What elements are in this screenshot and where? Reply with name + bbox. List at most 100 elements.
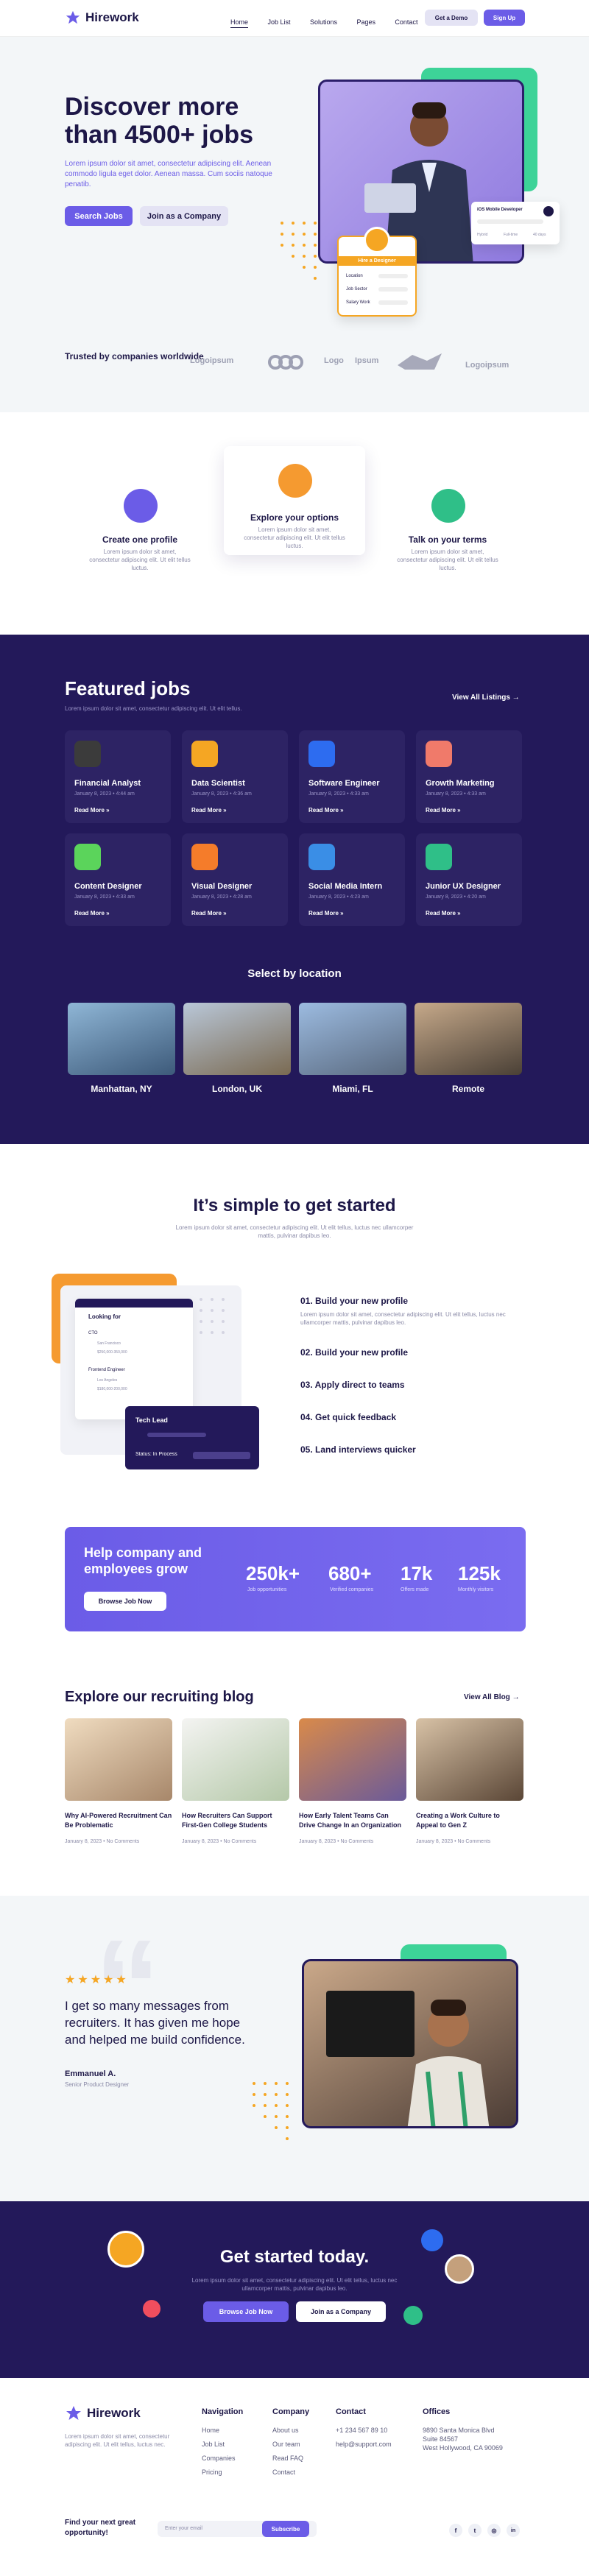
stats-title: Help company and employees grow [84, 1545, 202, 1576]
feature-text-3: Lorem ipsum dolor sit amet, consectetur … [397, 548, 498, 571]
read-more-link[interactable]: Read More » [74, 807, 110, 814]
subscribe-button[interactable]: Subscribe [262, 2521, 309, 2537]
read-more-link[interactable]: Read More » [426, 910, 461, 917]
footer-link[interactable]: Pricing [202, 2469, 243, 2476]
search-jobs-button[interactable]: Search Jobs [65, 206, 133, 226]
footer-link[interactable]: Contact [272, 2469, 309, 2476]
location-card-london[interactable]: London, UK [183, 1003, 291, 1094]
instagram-icon[interactable]: ◎ [487, 2524, 501, 2537]
job-card-7[interactable]: Social Media Intern January 8, 2023 • 4:2… [299, 833, 405, 926]
stat-label-4: Monthly visitors [458, 1587, 494, 1592]
partner-logo-3: Logo [324, 356, 344, 365]
features-section: Create one profile Lorem ipsum dolor sit… [0, 412, 589, 635]
footer-link[interactable]: Read FAQ [272, 2455, 309, 2462]
star-logo-icon [66, 2406, 81, 2420]
feature-text-2: Lorem ipsum dolor sit amet, consectetur … [244, 526, 345, 549]
get-started-steps-section: It’s simple to get started Lorem ipsum d… [0, 1144, 589, 1527]
footer-offices-title: Offices [423, 2407, 451, 2416]
step-2: 02. Build your new profile [300, 1347, 409, 1358]
location-image [183, 1003, 291, 1075]
footer-phone[interactable]: +1 234 567 89 10 [336, 2427, 392, 2434]
location-label: Remote [451, 1084, 484, 1094]
blog-post-meta: January 8, 2023 • No Comments [182, 1839, 257, 1844]
linkedin-icon[interactable]: in [507, 2524, 520, 2537]
job-date: January 8, 2023 • 4:28 am [191, 894, 252, 900]
featured-subtitle: Lorem ipsum dolor sit amet, consectetur … [65, 705, 242, 712]
footer-brand[interactable]: Hirework [65, 2404, 141, 2422]
social-links: f t ◎ in [449, 2524, 520, 2537]
blog-post-title: Creating a Work Culture to Appeal to Gen… [416, 1812, 500, 1829]
steps-title: It’s simple to get started [193, 1196, 396, 1215]
footer-address-line: Suite 84567 [423, 2435, 459, 2443]
blog-post-4[interactable]: Creating a Work Culture to Appeal to Gen… [416, 1718, 523, 1844]
read-more-link[interactable]: Read More » [191, 807, 227, 814]
read-more-link[interactable]: Read More » [308, 910, 344, 917]
nav-pages[interactable]: Pages [356, 18, 375, 26]
footer-email[interactable]: help@support.com [336, 2441, 392, 2448]
testimonial-photo [302, 1959, 518, 2128]
nav-home[interactable]: Home [230, 18, 249, 28]
nav-contact[interactable]: Contact [395, 18, 417, 26]
location-image [299, 1003, 406, 1075]
job-date: January 8, 2023 • 4:36 am [191, 791, 252, 797]
location-card-remote[interactable]: Remote [415, 1003, 522, 1094]
blog-post-1[interactable]: Why AI-Powered Recruitment Can Be Proble… [65, 1718, 172, 1844]
view-all-listings-link[interactable]: View All Listings → [452, 694, 520, 702]
brand-logo[interactable]: Hirework [65, 10, 139, 26]
job-card-6[interactable]: Visual Designer January 8, 2023 • 4:28 am… [182, 833, 288, 926]
cta-join-button[interactable]: Join as a Company [296, 2301, 386, 2322]
job-card-4[interactable]: Growth Marketing January 8, 2023 • 4:33 a… [416, 730, 522, 823]
job-icon [191, 844, 218, 870]
view-all-blog-link[interactable]: View All Blog → [464, 1693, 520, 1701]
hero-section: Discover more than 4500+ jobs Lorem ipsu… [0, 37, 589, 412]
designer-avatar [364, 227, 390, 253]
job-title: Junior UX Designer [426, 882, 501, 891]
join-company-button[interactable]: Join as a Company [140, 206, 228, 226]
job-card-8[interactable]: Junior UX Designer January 8, 2023 • 4:20… [416, 833, 522, 926]
footer-link[interactable]: Our team [272, 2441, 309, 2448]
step-4: 04. Get quick feedback [300, 1412, 397, 1422]
tech-lead-status-bar [193, 1452, 250, 1459]
blog-post-3[interactable]: How Early Talent Teams Can Drive Change … [299, 1718, 406, 1844]
hire-row-2: Job Sector [346, 287, 367, 292]
job-date: January 8, 2023 • 4:20 am [426, 894, 486, 900]
footer-link[interactable]: Companies [202, 2455, 243, 2462]
location-card-manhattan[interactable]: Manhattan, NY [68, 1003, 175, 1094]
featured-title: Featured jobs [65, 677, 191, 699]
footer-link[interactable]: Job List [202, 2441, 243, 2448]
read-more-link[interactable]: Read More » [74, 910, 110, 917]
footer-link[interactable]: Home [202, 2427, 243, 2434]
dot-grid-decor [278, 219, 330, 289]
mock-row-6: $180,000-200,000 [97, 1387, 127, 1391]
blog-post-title: How Recruiters Can Support First-Gen Col… [182, 1812, 272, 1829]
read-more-link[interactable]: Read More » [191, 910, 227, 917]
cta-browse-button[interactable]: Browse Job Now [203, 2301, 289, 2322]
job-date: January 8, 2023 • 4:33 am [74, 894, 135, 900]
read-more-link[interactable]: Read More » [426, 807, 461, 814]
job-card-5[interactable]: Content Designer January 8, 2023 • 4:33 a… [65, 833, 171, 926]
mock-row-5: Los Angeles [97, 1378, 118, 1383]
footer-link[interactable]: About us [272, 2427, 309, 2434]
nav-solutions[interactable]: Solutions [310, 18, 337, 26]
blog-post-meta: January 8, 2023 • No Comments [65, 1839, 140, 1844]
location-label: Miami, FL [332, 1084, 373, 1094]
read-more-link[interactable]: Read More » [308, 807, 344, 814]
get-demo-button[interactable]: Get a Demo [425, 10, 478, 26]
blog-post-2[interactable]: How Recruiters Can Support First-Gen Col… [182, 1718, 289, 1844]
twitter-icon[interactable]: t [468, 2524, 482, 2537]
nav-job-list[interactable]: Job List [267, 18, 290, 26]
job-title: Social Media Intern [308, 882, 383, 891]
browse-jobs-button[interactable]: Browse Job Now [84, 1592, 166, 1611]
job-card-1[interactable]: Financial Analyst January 8, 2023 • 4:44 … [65, 730, 171, 823]
hero-title: Discover more than 4500+ jobs [65, 93, 254, 149]
location-card-miami[interactable]: Miami, FL [299, 1003, 406, 1094]
cta-check-icon [403, 2306, 423, 2325]
job-date: January 8, 2023 • 4:33 am [308, 791, 369, 797]
job-icon [426, 741, 452, 767]
job-title: Content Designer [74, 882, 142, 891]
job-card-3[interactable]: Software Engineer January 8, 2023 • 4:33 … [299, 730, 405, 823]
mock-row-3: $250,000-350,000 [97, 1350, 127, 1355]
signup-button[interactable]: Sign Up [484, 10, 525, 26]
job-card-2[interactable]: Data Scientist January 8, 2023 • 4:36 am R… [182, 730, 288, 823]
facebook-icon[interactable]: f [449, 2524, 462, 2537]
